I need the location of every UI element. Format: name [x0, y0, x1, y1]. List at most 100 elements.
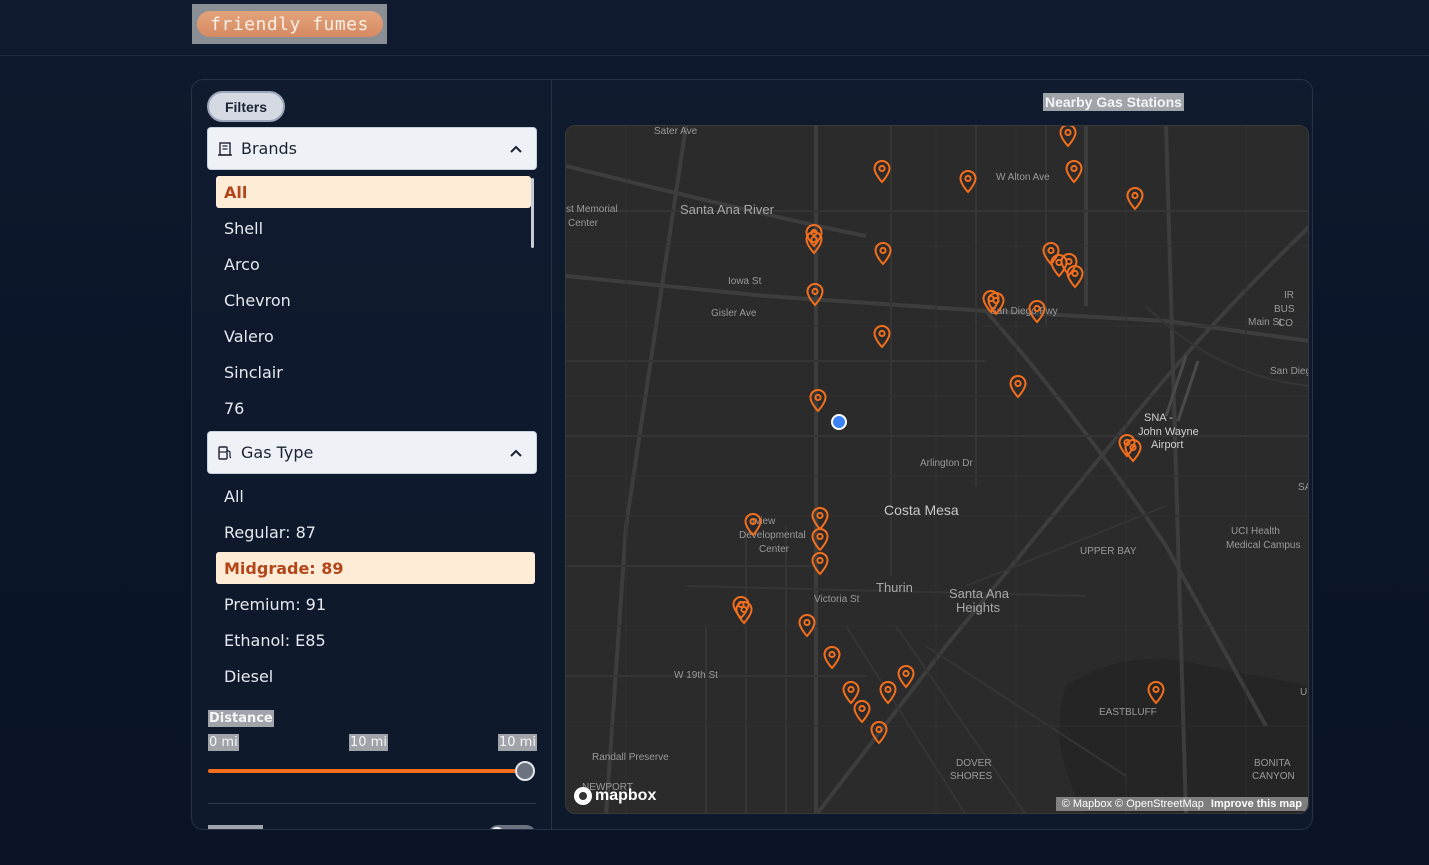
map-label: CO — [1278, 318, 1293, 329]
gas-station-pin-icon[interactable] — [811, 528, 829, 552]
gas-item-diesel[interactable]: Diesel — [216, 660, 532, 692]
filters-button[interactable]: Filters — [207, 91, 285, 122]
brand-item-sinclair[interactable]: Sinclair — [216, 356, 532, 388]
brand-item-arco[interactable]: Arco — [216, 248, 532, 280]
map-label: UCI Health — [1231, 526, 1280, 537]
gas-item-midgrade[interactable]: Midgrade: 89 — [216, 552, 535, 584]
gas-station-pin-icon[interactable] — [959, 170, 977, 194]
map-label: CANYON — [1252, 771, 1295, 782]
map-label: Victoria St — [814, 594, 860, 605]
main-card: Filters Brands All Shell Arco Chevron Va… — [191, 79, 1313, 830]
divider — [208, 803, 536, 804]
logo-text: friendly fumes — [196, 11, 383, 37]
brands-accordion-header[interactable]: Brands — [207, 127, 537, 170]
map-label: Gisler Ave — [711, 308, 757, 319]
gas-item-all[interactable]: All — [216, 480, 532, 512]
map-label: DOVER — [956, 758, 992, 769]
gas-station-pin-icon[interactable] — [853, 700, 871, 724]
gas-station-pin-icon[interactable] — [805, 231, 823, 255]
distance-current-label: 10 mi — [349, 734, 388, 751]
map-label: Santa Ana River — [680, 202, 774, 217]
brand-item-76[interactable]: 76 — [216, 392, 532, 424]
map-label: Sater Ave — [654, 126, 698, 137]
mapbox-logo[interactable]: mapbox — [574, 787, 656, 805]
gas-station-pin-icon[interactable] — [879, 681, 897, 705]
chevron-up-icon — [508, 445, 524, 461]
map-label: EASTBLUFF — [1099, 707, 1157, 718]
map-label: San Dieg — [1270, 366, 1309, 377]
brand-item-shell[interactable]: Shell — [216, 212, 532, 244]
gas-station-pin-icon[interactable] — [1066, 265, 1084, 289]
gas-station-pin-icon[interactable] — [1009, 375, 1027, 399]
gas-station-pin-icon[interactable] — [1028, 300, 1046, 324]
map-label: SHORES — [950, 771, 993, 782]
gas-station-pin-icon[interactable] — [823, 646, 841, 670]
improve-map-link[interactable]: Improve this map — [1211, 798, 1302, 810]
map-label: Main St — [1248, 317, 1282, 328]
map-label: Santa Ana — [949, 586, 1009, 601]
chevron-up-icon — [508, 141, 524, 157]
attribution-text[interactable]: © Mapbox © OpenStreetMap — [1062, 798, 1204, 810]
gas-station-pin-icon[interactable] — [987, 292, 1005, 316]
building-icon — [217, 141, 233, 157]
filters-sidebar: Filters Brands All Shell Arco Chevron Va… — [192, 80, 552, 829]
map-label: Iowa St — [728, 276, 762, 287]
option-label — [208, 825, 263, 829]
gas-station-pin-icon[interactable] — [1147, 681, 1165, 705]
map-label: IR — [1284, 290, 1294, 301]
gas-item-regular[interactable]: Regular: 87 — [216, 516, 532, 548]
brands-scrollbar[interactable] — [531, 178, 534, 248]
distance-label: Distance — [208, 710, 274, 727]
mapbox-logo-text: mapbox — [595, 787, 657, 804]
map-roads — [566, 126, 1308, 813]
gas-station-pin-icon[interactable] — [870, 721, 888, 745]
map-label: SA — [1298, 482, 1308, 493]
gas-item-ethanol[interactable]: Ethanol: E85 — [216, 624, 532, 656]
logo[interactable]: friendly fumes — [192, 4, 387, 44]
map-label: Center — [568, 218, 599, 229]
gas-station-pin-icon[interactable] — [744, 513, 762, 537]
brand-item-chevron[interactable]: Chevron — [216, 284, 532, 316]
map-view[interactable]: Sater Ave W Alton Ave st Memorial Center… — [565, 125, 1309, 814]
distance-slider-track[interactable] — [208, 769, 526, 773]
map-label-city: Costa Mesa — [884, 502, 959, 518]
gas-station-pin-icon[interactable] — [809, 389, 827, 413]
map-label: st Memorial — [566, 204, 618, 215]
distance-slider-thumb[interactable] — [515, 761, 535, 781]
map-label: Center — [759, 544, 790, 555]
map-label: Airport — [1151, 439, 1184, 451]
top-bar: friendly fumes — [0, 0, 1429, 56]
map-label: John Wayne — [1138, 426, 1199, 438]
map-label: Medical Campus — [1226, 540, 1301, 551]
mapbox-icon — [574, 787, 592, 805]
distance-max-label: 10 mi — [498, 734, 537, 751]
gas-station-pin-icon[interactable] — [873, 160, 891, 184]
map-label: W 19th St — [674, 670, 718, 681]
map-attribution: © Mapbox © OpenStreetMap Improve this ma… — [1055, 797, 1308, 811]
gas-station-pin-icon[interactable] — [874, 242, 892, 266]
map-label: Heights — [956, 600, 1001, 615]
gas-station-pin-icon[interactable] — [873, 325, 891, 349]
gas-station-pin-icon[interactable] — [811, 552, 829, 576]
brand-item-all[interactable]: All — [216, 176, 531, 208]
gas-station-pin-icon[interactable] — [798, 614, 816, 638]
gas-station-pin-icon[interactable] — [735, 601, 753, 625]
brand-item-valero[interactable]: Valero — [216, 320, 532, 352]
gas-type-accordion-header[interactable]: Gas Type — [207, 431, 537, 474]
map-label: BUS — [1274, 304, 1295, 315]
map-label: Randall Preserve — [592, 752, 669, 763]
map-label: Arlington Dr — [920, 458, 973, 469]
gas-station-pin-icon[interactable] — [1059, 126, 1077, 148]
brands-title: Brands — [241, 139, 297, 158]
distance-min-label: 0 mi — [208, 734, 239, 751]
gas-station-pin-icon[interactable] — [806, 283, 824, 307]
gas-item-premium[interactable]: Premium: 91 — [216, 588, 532, 620]
gas-station-pin-icon[interactable] — [897, 665, 915, 689]
gas-station-pin-icon[interactable] — [1126, 187, 1144, 211]
user-location-marker — [831, 414, 847, 430]
gas-station-pin-icon[interactable] — [1065, 160, 1083, 184]
map-label: Thurin — [876, 580, 913, 595]
gas-station-pin-icon[interactable] — [1124, 439, 1142, 463]
gas-type-title: Gas Type — [241, 443, 314, 462]
option-toggle[interactable] — [488, 825, 536, 829]
